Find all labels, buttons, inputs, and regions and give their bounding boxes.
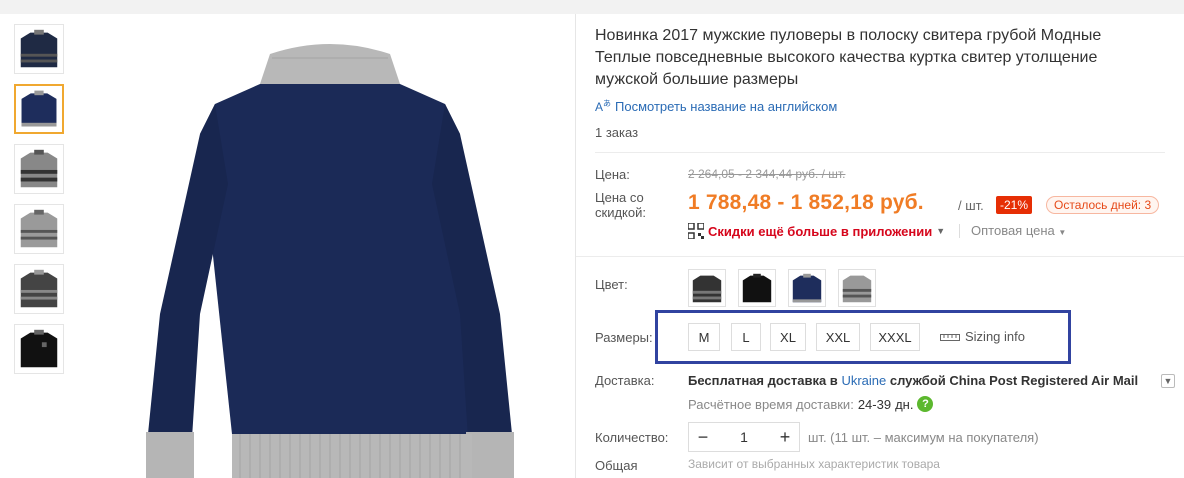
total-label: Общая (595, 458, 638, 473)
discount-price-label: Цена со скидкой: (595, 190, 646, 220)
sizing-info-link[interactable]: Sizing info (940, 329, 1025, 344)
product-page: Новинка 2017 мужские пуловеры в полоску … (0, 14, 1184, 478)
size-option-l[interactable]: L (731, 323, 761, 351)
quantity-label: Количество: (595, 430, 669, 445)
color-label: Цвет: (595, 277, 628, 292)
product-info-panel: Новинка 2017 мужские пуловеры в полоску … (576, 14, 1184, 478)
chevron-down-icon: ▼ (936, 226, 946, 236)
sizing-info-label: Sizing info (965, 329, 1025, 344)
wholesale-price-link[interactable]: Оптовая цена ▼ (971, 223, 1066, 238)
thumbnail-2-selected[interactable] (14, 84, 64, 134)
delivery-estimate-value: 24-39 (857, 396, 892, 412)
price-unit: / шт. (958, 198, 984, 213)
divider (576, 256, 1184, 257)
quantity-input[interactable] (717, 429, 771, 445)
translate-icon: Aあ (595, 99, 612, 114)
delivery-estimate-label: Расчётное время доставки: (688, 396, 854, 412)
shipping-prefix: Бесплатная доставка в (688, 373, 838, 388)
color-swatch-2[interactable] (738, 269, 776, 307)
thumbnail-6[interactable] (14, 324, 64, 374)
discount-badge: -21% (996, 196, 1033, 214)
separator (959, 224, 960, 238)
shipping-info: Бесплатная доставка в Ukraine службой Ch… (688, 373, 1138, 388)
thumbnail-4[interactable] (14, 204, 64, 254)
current-price: 1 788,48 - 1 852,18 руб. (688, 191, 924, 214)
product-title: Новинка 2017 мужские пуловеры в полоску … (595, 27, 1102, 88)
shipping-dropdown-icon[interactable]: ▼ (1161, 374, 1175, 388)
total-note: Зависит от выбранных характеристик товар… (688, 457, 940, 471)
delivery-estimate: Расчётное время доставки: 24-39 дн. ? (688, 396, 934, 412)
ruler-icon (940, 333, 960, 341)
days-left-badge: Осталось дней: 3 (1046, 196, 1160, 214)
chevron-down-icon: ▼ (1058, 228, 1067, 237)
size-option-xxl[interactable]: XXL (816, 323, 860, 351)
size-label: Размеры: (595, 330, 653, 345)
color-swatch-4[interactable] (838, 269, 876, 307)
shipping-service: службой China Post Registered Air Mail (889, 373, 1139, 388)
decrease-button[interactable]: − (689, 427, 717, 448)
color-swatch-1[interactable] (688, 269, 726, 307)
orders-count: 1 заказ (595, 125, 639, 140)
quantity-stepper: − + (688, 422, 800, 452)
wholesale-price-label: Оптовая цена (971, 223, 1055, 238)
thumbnail-3[interactable] (14, 144, 64, 194)
app-discount-label: Скидки ещё больше в приложении (708, 223, 933, 239)
size-option-xxxl[interactable]: XXXL (870, 323, 920, 351)
size-option-m[interactable]: M (688, 323, 720, 351)
thumbnail-5[interactable] (14, 264, 64, 314)
translate-link-label: Посмотреть название на английском (615, 98, 838, 114)
help-icon[interactable]: ? (917, 396, 934, 412)
size-option-xl[interactable]: XL (770, 323, 806, 351)
translate-link[interactable]: Aあ Посмотреть название на английском (595, 98, 838, 115)
thumbnail-1[interactable] (14, 24, 64, 74)
quantity-note: шт. (11 шт. – максимум на покупателя) (808, 430, 1039, 445)
qr-code-icon (688, 223, 704, 239)
app-discount-link[interactable]: Скидки ещё больше в приложении ▼ (688, 223, 945, 239)
shipping-label: Доставка: (595, 373, 655, 388)
main-product-image[interactable] (100, 14, 560, 478)
price-label: Цена: (595, 167, 630, 182)
divider (595, 152, 1165, 153)
shipping-country[interactable]: Ukraine (841, 373, 886, 388)
old-price: 2 264,05 - 2 344,44 руб. / шт. (688, 167, 846, 181)
delivery-estimate-unit: дн. (895, 396, 914, 412)
increase-button[interactable]: + (771, 427, 799, 448)
color-swatch-3[interactable] (788, 269, 826, 307)
